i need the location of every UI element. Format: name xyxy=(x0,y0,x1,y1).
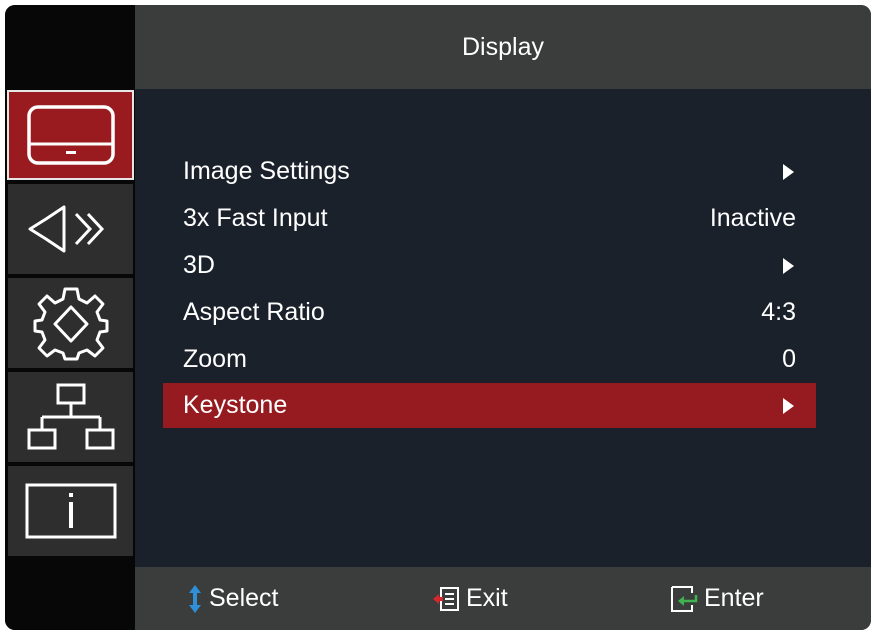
hint-select-label: Select xyxy=(209,584,279,612)
up-down-arrow-icon xyxy=(189,584,201,613)
audio-icon xyxy=(28,205,104,253)
sidebar-tab-network[interactable] xyxy=(8,372,133,462)
enter-icon xyxy=(671,585,698,612)
menu-item-value: 4:3 xyxy=(761,298,796,326)
hint-select: Select xyxy=(187,567,278,630)
sidebar xyxy=(5,5,135,630)
menu-item-label: Aspect Ratio xyxy=(183,298,325,326)
submenu-arrow-icon xyxy=(783,257,794,274)
page-title: Display xyxy=(462,32,544,61)
osd-menu-window: Display Image Settings 3x Fast Input Ina… xyxy=(5,5,871,630)
menu-item-image-settings[interactable]: Image Settings xyxy=(163,148,816,195)
menu-item-aspect-ratio[interactable]: Aspect Ratio 4:3 xyxy=(163,289,816,336)
menu-item-label: Zoom xyxy=(183,345,247,373)
menu-item-value: 0 xyxy=(782,345,796,373)
menu-item-zoom[interactable]: Zoom 0 xyxy=(163,336,816,383)
menu-item-value: Inactive xyxy=(709,204,796,232)
submenu-arrow-icon xyxy=(783,397,794,414)
sidebar-tab-information[interactable] xyxy=(8,466,133,556)
menu-list: Image Settings 3x Fast Input Inactive 3D… xyxy=(163,148,816,428)
hint-exit: Exit xyxy=(432,567,508,630)
menu-item-label: 3x Fast Input xyxy=(183,204,328,232)
information-icon xyxy=(25,483,116,539)
menu-item-label: Keystone xyxy=(183,391,288,419)
header-bar: Display xyxy=(135,5,871,89)
menu-item-fast-input[interactable]: 3x Fast Input Inactive xyxy=(163,195,816,242)
network-icon xyxy=(27,383,114,450)
sidebar-tab-audio[interactable] xyxy=(8,184,133,274)
hint-enter-label: Enter xyxy=(704,584,764,612)
display-icon xyxy=(26,105,115,165)
hint-exit-label: Exit xyxy=(466,584,508,612)
footer-bar: Select Exit Enter xyxy=(135,567,871,630)
submenu-arrow-icon xyxy=(783,163,794,180)
sidebar-tab-display[interactable] xyxy=(7,90,134,180)
menu-item-3d[interactable]: 3D xyxy=(163,242,816,289)
hint-enter: Enter xyxy=(670,567,764,630)
menu-item-label: 3D xyxy=(183,251,215,279)
menu-item-keystone[interactable]: Keystone xyxy=(163,383,816,428)
exit-icon xyxy=(433,586,459,611)
menu-item-label: Image Settings xyxy=(183,157,350,185)
sidebar-tab-system[interactable] xyxy=(8,278,133,368)
system-settings-icon xyxy=(33,287,108,361)
